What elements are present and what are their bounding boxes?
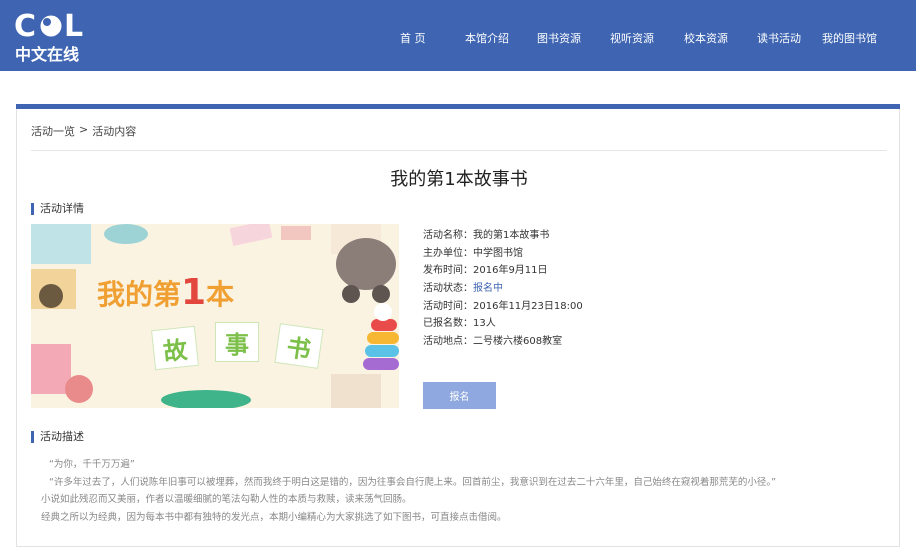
activity-poster: 我的第1本 故 事 书	[31, 224, 399, 408]
info-value: 2016年9月11日	[473, 265, 548, 277]
info-value: 二号楼六楼608教室	[473, 336, 563, 348]
info-label: 活动地点：	[423, 336, 473, 348]
poster-tile-1: 故	[151, 325, 199, 371]
info-label: 主办单位：	[423, 247, 473, 259]
description-line: 小说如此残忍而又美丽，作者以温暖细腻的笔法勾勒人性的本质与救赎，读来荡气回肠。	[41, 494, 412, 505]
svg-text:L: L	[64, 9, 83, 44]
activity-info: 活动名称： 我的第1本故事书 主办单位： 中学图书馆 发布时间： 2016年9月11日…	[423, 226, 583, 350]
info-row-organizer: 主办单位： 中学图书馆	[423, 244, 583, 262]
breadcrumb-separator: >	[79, 123, 89, 136]
description-line: 经典之所以为经典，因为每本书中都有独特的发光点，本期小编精心为大家挑选了如下图书…	[41, 511, 507, 523]
nav-about[interactable]: 本馆介绍	[465, 30, 509, 46]
info-row-location: 活动地点： 二号楼六楼608教室	[423, 332, 583, 350]
info-value: 中学图书馆	[473, 247, 523, 259]
info-label: 已报名数：	[423, 318, 473, 330]
page-title: 我的第1本故事书	[390, 169, 528, 190]
breadcrumb-activity-list[interactable]: 活动一览	[31, 123, 75, 139]
breadcrumb-current: 活动内容	[92, 125, 137, 138]
poster-title-num: 1	[181, 272, 207, 313]
site-header: C L 中文在线 首 页 本馆介绍 图书资源 视听资源 校本资源 读书活动 我的…	[0, 0, 916, 71]
nav-my-library[interactable]: 我的图书馆	[822, 30, 877, 46]
info-value: 13人	[473, 318, 496, 330]
poster-tile-3: 书	[274, 323, 324, 369]
logo-text: 中文在线	[15, 45, 80, 64]
activity-description: “为你，千千万万遍” “许多年过去了，人们说陈年旧事可以被埋葬，然而我终于明白这…	[41, 456, 776, 526]
nav-school-resources[interactable]: 校本资源	[684, 30, 728, 46]
info-row-name: 活动名称： 我的第1本故事书	[423, 226, 583, 244]
info-label: 发布时间：	[423, 265, 473, 277]
info-row-status: 活动状态： 报名中	[423, 279, 583, 297]
poster-title-line: 我的第1本	[97, 272, 234, 313]
info-value: 2016年11月23日18:00	[473, 300, 583, 312]
nav-home[interactable]: 首 页	[400, 30, 426, 46]
nav-reading-activities[interactable]: 读书活动	[757, 30, 801, 46]
info-row-signups: 已报名数： 13人	[423, 314, 583, 332]
info-label: 活动名称：	[423, 230, 473, 241]
site-logo[interactable]: C L 中文在线	[14, 9, 94, 64]
poster-illustration-icon	[31, 224, 399, 408]
section-heading-details: 活动详情	[31, 203, 84, 215]
breadcrumb-divider	[31, 150, 887, 151]
breadcrumb: 活动一览 > 活动内容	[31, 123, 136, 139]
status-badge: 报名中	[473, 283, 503, 295]
poster-title-b: 本	[206, 278, 235, 311]
description-line: “许多年过去了，人们说陈年旧事可以被埋葬，然而我终于明白这是错的，因为往事会自行…	[49, 476, 777, 488]
section-heading-description: 活动描述	[31, 431, 84, 443]
info-row-time: 活动时间： 2016年11月23日18:00	[423, 297, 583, 315]
info-value: 我的第1本故事书	[473, 230, 550, 241]
description-line: “为你，千千万万遍”	[49, 459, 135, 470]
poster-tile-2: 事	[215, 322, 259, 362]
info-label: 活动状态：	[423, 283, 473, 295]
nav-book-resources[interactable]: 图书资源	[537, 30, 581, 46]
activity-panel: 活动一览 > 活动内容 我的第1本故事书 活动详情 我的第1本 故 事 书 活动…	[16, 109, 900, 547]
poster-title-a: 我的第	[97, 278, 182, 311]
svg-text:C: C	[14, 9, 36, 44]
nav-av-resources[interactable]: 视听资源	[610, 30, 654, 46]
info-label: 活动时间：	[423, 300, 473, 312]
info-row-publish-date: 发布时间： 2016年9月11日	[423, 261, 583, 279]
signup-button[interactable]: 报名	[423, 382, 496, 409]
